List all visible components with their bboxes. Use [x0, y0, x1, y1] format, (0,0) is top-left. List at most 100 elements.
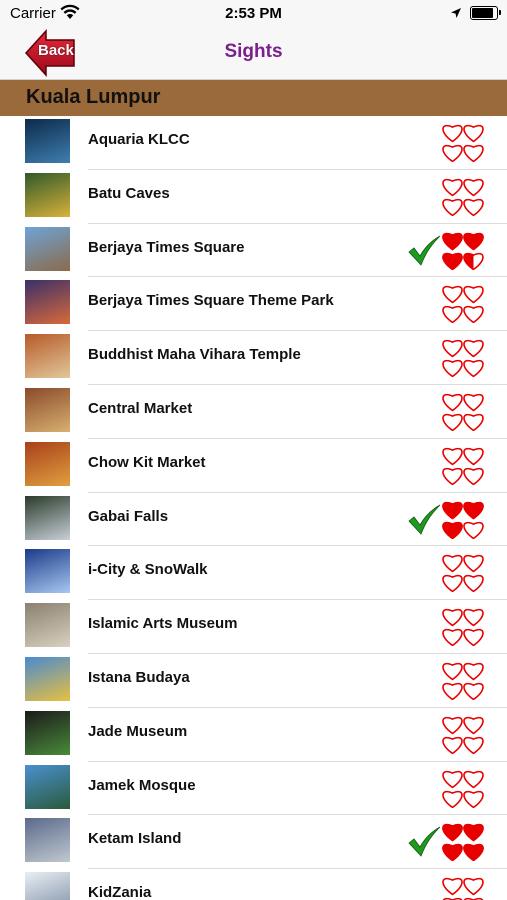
- status-bar: Carrier 2:53 PM: [0, 0, 507, 26]
- sight-name: Jade Museum: [88, 722, 188, 740]
- navigation-bar: Back Sights: [0, 26, 507, 80]
- heart-outline-3: [442, 736, 463, 755]
- heart-outline-2: [463, 178, 484, 197]
- rating-hearts-icon[interactable]: [442, 768, 484, 808]
- rating-hearts-icon[interactable]: [442, 445, 484, 486]
- battery-icon: [470, 6, 501, 20]
- heart-outline-4: [463, 736, 484, 755]
- page-title: Sights: [224, 41, 283, 62]
- status-time: 2:53 PM: [225, 5, 282, 22]
- sight-name: Istana Budaya: [88, 668, 190, 686]
- sight-thumbnail: [25, 495, 70, 540]
- heart-filled-2: [463, 232, 484, 250]
- heart-outline-3: [442, 306, 463, 324]
- heart-filled-2: [463, 501, 484, 519]
- sight-thumbnail: [25, 656, 70, 701]
- list-item[interactable]: Central Market: [0, 385, 507, 439]
- heart-outline-3: [442, 198, 463, 217]
- rating-hearts-icon[interactable]: [442, 499, 484, 539]
- rating-hearts-icon[interactable]: [442, 337, 484, 378]
- heart-filled-1: [442, 232, 463, 250]
- sight-thumbnail: [25, 387, 70, 432]
- list-item[interactable]: Berjaya Times Square: [0, 224, 507, 278]
- list-item[interactable]: Istana Budaya: [0, 654, 507, 708]
- list-item[interactable]: Chow Kit Market: [0, 439, 507, 493]
- sight-name: i-City & SnoWalk: [88, 561, 208, 579]
- visited-checkmark-icon: [407, 504, 441, 536]
- heart-outline-4: [463, 790, 484, 808]
- heart-outline-2: [463, 286, 484, 304]
- heart-outline-4: [463, 682, 484, 701]
- heart-outline-3: [442, 790, 463, 808]
- sight-name: Chow Kit Market: [88, 453, 206, 471]
- sight-thumbnail: [25, 172, 70, 217]
- list-item[interactable]: Jade Museum: [0, 708, 507, 762]
- sight-name: Batu Caves: [88, 184, 170, 202]
- heart-outline-1: [442, 393, 463, 412]
- list-item[interactable]: Jamek Mosque: [0, 762, 507, 816]
- list-item[interactable]: Ketam Island: [0, 815, 507, 870]
- sight-thumbnail: [25, 549, 70, 594]
- heart-filled-1: [442, 824, 463, 842]
- sights-list: Aquaria KLCC Batu Caves Berjaya Times Squa…: [0, 116, 507, 900]
- visited-checkmark-icon: [407, 235, 441, 267]
- heart-outline-1: [442, 609, 463, 627]
- sight-name: Berjaya Times Square: [88, 238, 245, 256]
- heart-outline-3: [442, 682, 463, 701]
- rating-hearts-icon[interactable]: [442, 552, 484, 593]
- sight-name: Central Market: [88, 399, 193, 417]
- heart-outline-3: [442, 467, 463, 486]
- sight-thumbnail: [25, 334, 70, 379]
- list-item[interactable]: Aquaria KLCC: [0, 116, 507, 170]
- sight-name: Berjaya Times Square Theme Park: [88, 292, 334, 310]
- heart-outline-4: [463, 306, 484, 324]
- heart-outline-2: [463, 716, 484, 735]
- section-header: Kuala Lumpur: [0, 80, 507, 116]
- sight-name: Aquaria KLCC: [88, 131, 190, 148]
- heart-outline-1: [442, 770, 463, 788]
- list-item[interactable]: Berjaya Times Square Theme Park: [0, 277, 507, 332]
- sight-thumbnail: [25, 280, 70, 325]
- rating-hearts-icon[interactable]: [442, 122, 484, 163]
- heart-outline-3: [442, 413, 463, 432]
- sight-name: Ketam Island: [88, 830, 182, 848]
- rating-hearts-icon[interactable]: [442, 660, 484, 701]
- heart-outline-1: [442, 878, 463, 896]
- list-item[interactable]: KidZania: [0, 869, 507, 900]
- list-item[interactable]: i-City & SnoWalk: [0, 546, 507, 601]
- list-item[interactable]: Gabai Falls: [0, 493, 507, 547]
- heart-outline-2: [463, 447, 484, 466]
- heart-outline-1: [442, 447, 463, 466]
- heart-outline-4: [463, 467, 484, 486]
- heart-outline-4: [463, 521, 484, 539]
- rating-hearts-icon[interactable]: [442, 875, 484, 900]
- list-item[interactable]: Batu Caves: [0, 170, 507, 224]
- sight-thumbnail: [25, 226, 70, 271]
- rating-hearts-icon[interactable]: [442, 283, 484, 324]
- rating-hearts-icon[interactable]: [442, 176, 484, 217]
- heart-outline-1: [442, 340, 463, 358]
- rating-hearts-icon[interactable]: [442, 821, 484, 862]
- heart-outline-3: [442, 575, 463, 593]
- rating-hearts-icon[interactable]: [442, 714, 484, 755]
- heart-outline-4: [463, 575, 484, 593]
- rating-hearts-icon[interactable]: [442, 230, 484, 270]
- heart-outline-3: [442, 144, 463, 163]
- rating-hearts-icon[interactable]: [442, 391, 484, 432]
- list-item[interactable]: Islamic Arts Museum: [0, 600, 507, 654]
- heart-filled-1: [442, 501, 463, 519]
- sight-thumbnail: [25, 119, 70, 163]
- visited-checkmark-icon: [407, 826, 441, 858]
- heart-outline-4: [463, 360, 484, 378]
- heart-outline-1: [442, 662, 463, 681]
- heart-outline-2: [463, 124, 484, 143]
- sight-name: Buddhist Maha Vihara Temple: [88, 346, 301, 364]
- heart-outline-1: [442, 124, 463, 143]
- heart-filled-3: [442, 521, 463, 539]
- sight-thumbnail: [25, 710, 70, 755]
- sight-thumbnail: [25, 441, 70, 486]
- sight-name: Jamek Mosque: [88, 776, 196, 794]
- rating-hearts-icon[interactable]: [442, 606, 484, 647]
- list-item[interactable]: Buddhist Maha Vihara Temple: [0, 331, 507, 385]
- heart-outline-4: [463, 629, 484, 647]
